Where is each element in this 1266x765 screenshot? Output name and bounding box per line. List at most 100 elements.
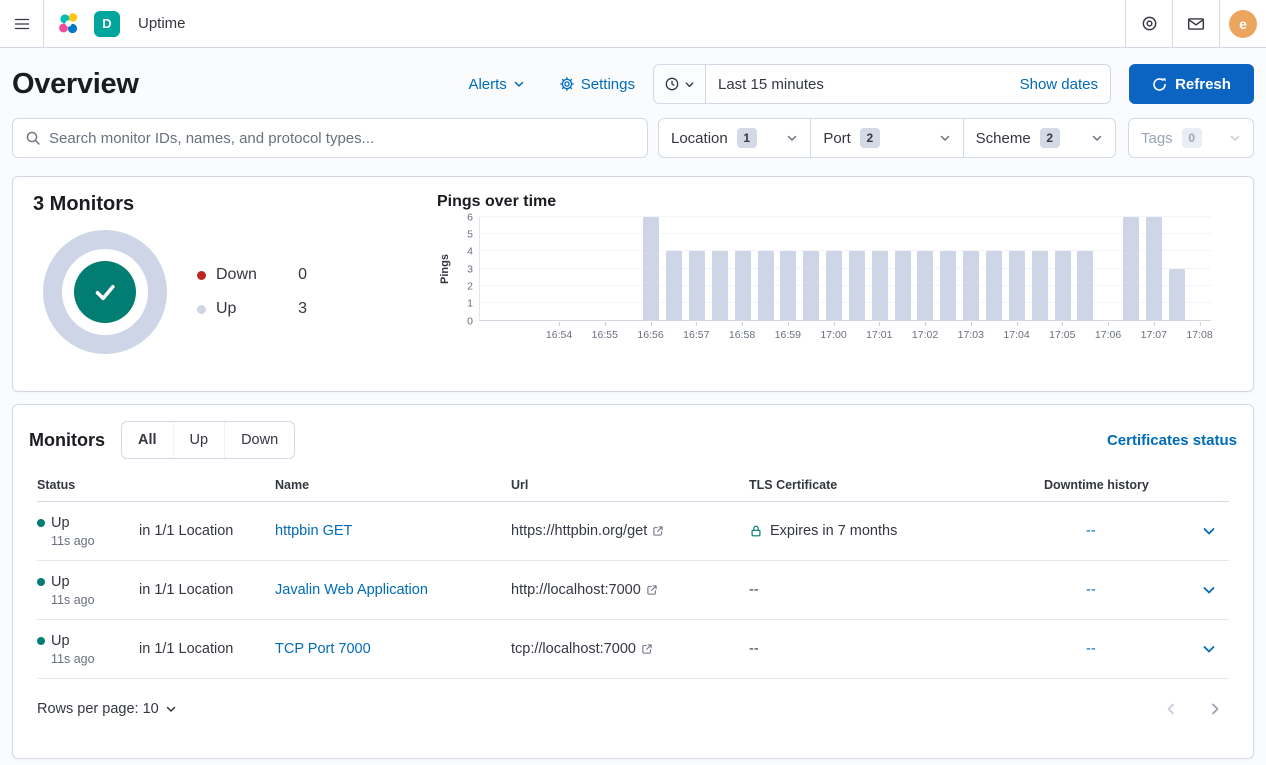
- refresh-label: Refresh: [1175, 76, 1231, 93]
- status-text: Up: [51, 574, 70, 590]
- user-menu-button[interactable]: e: [1219, 0, 1266, 47]
- elastic-logo-icon: [56, 11, 82, 37]
- space-switcher-button[interactable]: D: [94, 11, 120, 37]
- y-axis: 0123456: [453, 217, 479, 321]
- last-check-time: 11s ago: [51, 593, 139, 607]
- column-header-location: [139, 476, 275, 494]
- monitor-url-link[interactable]: http://localhost:7000: [511, 582, 658, 598]
- downtime-cell: --: [1044, 641, 1189, 657]
- chevron-down-icon: [1201, 582, 1217, 598]
- refresh-icon: [1152, 77, 1167, 92]
- filter-up-button[interactable]: Up: [173, 422, 225, 458]
- table-footer: Rows per page: 10: [37, 679, 1229, 731]
- histogram-bar: [735, 251, 751, 320]
- x-axis-tick-label: 17:04: [1003, 321, 1029, 341]
- tls-cell: --: [749, 641, 1044, 657]
- monitor-name-link[interactable]: TCP Port 7000: [275, 641, 371, 657]
- rows-per-page-button[interactable]: Rows per page: 10: [37, 701, 177, 717]
- alerts-label: Alerts: [468, 76, 506, 93]
- location-cell: in 1/1 Location: [139, 523, 275, 539]
- x-axis: 16:5416:5516:5616:5716:5816:5917:0017:01…: [479, 321, 1211, 347]
- x-axis-tick-label: 17:03: [958, 321, 984, 341]
- x-axis-tick-label: 16:58: [729, 321, 755, 341]
- expand-row-button[interactable]: [1195, 576, 1223, 604]
- help-icon: [1141, 15, 1158, 32]
- histogram-bar: [1077, 251, 1093, 320]
- histogram-bar: [758, 251, 774, 320]
- histogram-bar: [780, 251, 796, 320]
- snapshot-panel: 3 Monitors Down 0: [12, 176, 1254, 392]
- table-row: Up11s agoin 1/1 Locationhttpbin GET https…: [37, 502, 1229, 561]
- expand-row-button[interactable]: [1195, 635, 1223, 663]
- next-page-button[interactable]: [1201, 695, 1229, 723]
- filter-scheme-button[interactable]: Scheme 2: [963, 119, 1115, 157]
- legend-value: 0: [298, 266, 307, 284]
- search-input[interactable]: [49, 130, 635, 147]
- column-header-expander: [1189, 476, 1229, 494]
- downtime-cell: --: [1044, 523, 1189, 539]
- newsfeed-button[interactable]: [1172, 0, 1219, 47]
- histogram-bar: [940, 251, 956, 320]
- monitor-url-link[interactable]: https://httpbin.org/get: [511, 523, 664, 539]
- legend-label: Down: [216, 266, 257, 284]
- histogram-bar: [895, 251, 911, 320]
- last-check-time: 11s ago: [51, 652, 139, 666]
- chevron-down-icon: [1229, 132, 1241, 144]
- filter-count-badge: 2: [1040, 128, 1060, 148]
- x-axis-tick-label: 17:06: [1095, 321, 1121, 341]
- lock-icon: [749, 524, 763, 538]
- table-header: Status Name Url TLS Certificate Downtime…: [37, 469, 1229, 502]
- filter-all-button[interactable]: All: [122, 422, 173, 458]
- x-axis-tick-label: 16:59: [775, 321, 801, 341]
- chevron-down-icon: [1201, 641, 1217, 657]
- chevron-down-icon: [1201, 523, 1217, 539]
- previous-page-button[interactable]: [1157, 695, 1185, 723]
- filter-label: Location: [671, 130, 728, 147]
- monitors-count-heading: 3 Monitors: [33, 193, 437, 216]
- filter-label: Tags: [1141, 130, 1173, 147]
- status-cell: Up11s ago: [37, 515, 139, 548]
- help-button[interactable]: [1125, 0, 1172, 47]
- page-header: Overview Alerts Settings Last 15 minutes…: [12, 48, 1254, 118]
- clock-icon: [664, 76, 680, 92]
- breadcrumb[interactable]: Uptime: [128, 15, 196, 32]
- menu-icon: [14, 16, 30, 32]
- expand-row-button[interactable]: [1195, 517, 1223, 545]
- chevron-down-icon: [1091, 132, 1103, 144]
- check-icon: [90, 277, 120, 307]
- status-cell: Up 11s ago: [37, 574, 139, 607]
- column-header-url: Url: [511, 469, 749, 501]
- filter-down-button[interactable]: Down: [224, 422, 294, 458]
- date-quick-select-button[interactable]: [654, 65, 706, 103]
- y-axis-tick-label: 2: [467, 281, 473, 292]
- monitor-name-link[interactable]: Javalin Web Application: [275, 582, 428, 598]
- alerts-menu-button[interactable]: Alerts: [468, 76, 524, 93]
- status-text: Up: [51, 515, 70, 531]
- column-header-name: Name: [275, 469, 511, 501]
- certificates-status-link[interactable]: Certificates status: [1107, 432, 1237, 449]
- histogram-bar: [1123, 217, 1139, 320]
- filter-tags-button[interactable]: Tags 0: [1128, 118, 1254, 158]
- settings-button[interactable]: Settings: [559, 76, 635, 93]
- monitors-panel: Monitors All Up Down Certificates status…: [12, 404, 1254, 759]
- histogram-bar: [826, 251, 842, 320]
- menu-button[interactable]: [0, 0, 44, 47]
- legend-value: 3: [298, 300, 307, 318]
- monitor-name-link[interactable]: httpbin GET: [275, 523, 352, 539]
- date-range-value[interactable]: Last 15 minutes: [706, 76, 1008, 93]
- monitor-url-link[interactable]: tcp://localhost:7000: [511, 641, 653, 657]
- y-axis-label: Pings: [437, 217, 453, 321]
- avatar: e: [1229, 10, 1257, 38]
- filter-location-button[interactable]: Location 1: [659, 119, 810, 157]
- filter-group: Location 1 Port 2 Scheme 2: [658, 118, 1116, 158]
- histogram-bar: [712, 251, 728, 320]
- all-up-badge: [74, 261, 136, 323]
- elastic-logo[interactable]: [44, 0, 94, 47]
- status-filter-group: All Up Down: [121, 421, 295, 459]
- pings-chart: Pings over time Pings 0123456 16:5416:55…: [437, 193, 1233, 375]
- y-axis-tick-label: 4: [467, 246, 473, 257]
- page-title: Overview: [12, 68, 139, 101]
- filter-port-button[interactable]: Port 2: [810, 119, 962, 157]
- refresh-button[interactable]: Refresh: [1129, 64, 1254, 104]
- show-dates-button[interactable]: Show dates: [1008, 76, 1110, 93]
